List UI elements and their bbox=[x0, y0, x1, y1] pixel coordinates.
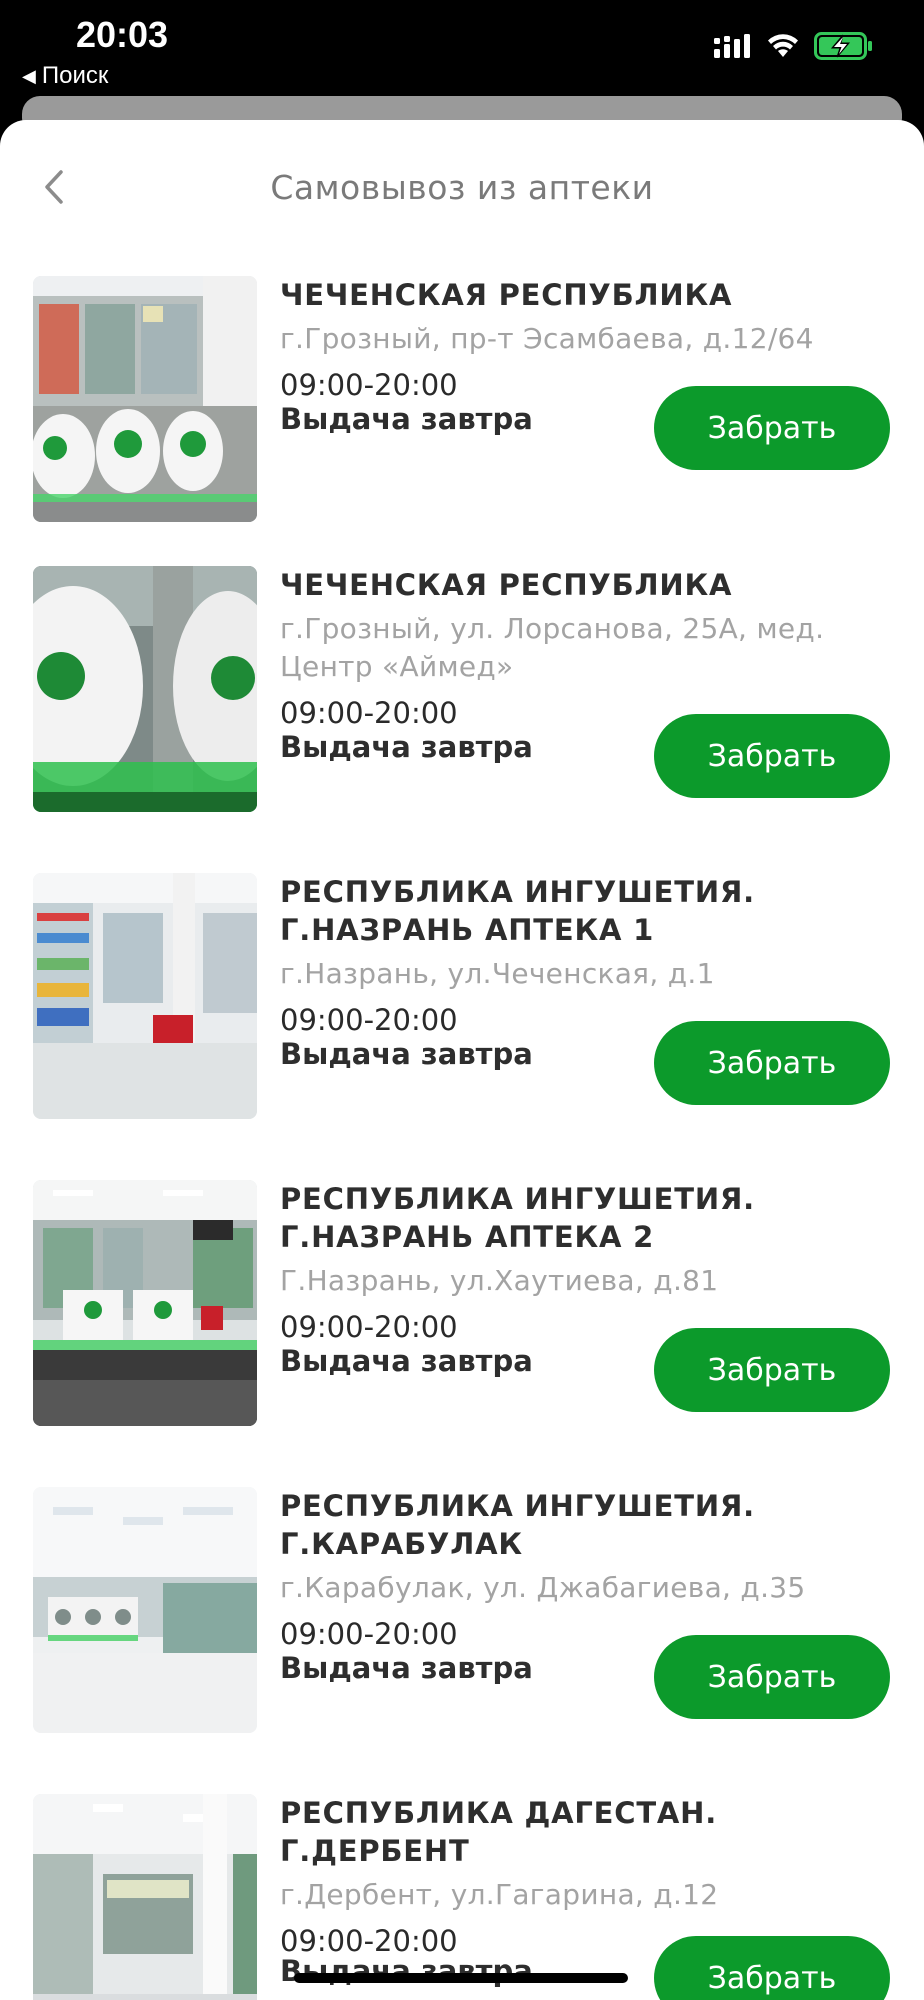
battery-charging-icon bbox=[814, 32, 872, 60]
pharmacy-address: г.Дербент, ул.Гагарина, д.12 bbox=[280, 1878, 719, 1911]
nav-bar: Самовывоз из аптеки bbox=[0, 120, 924, 256]
pharmacy-card: РЕСПУБЛИКА ДАГЕСТАН. Г.ДЕРБЕНТ г.Дербент… bbox=[0, 1794, 924, 2000]
home-indicator[interactable] bbox=[294, 1973, 628, 1983]
pickup-button[interactable]: Забрать bbox=[654, 714, 890, 798]
delivery-status: Выдача завтра bbox=[280, 402, 533, 436]
pharmacy-address: г.Назрань, ул.Чеченская, д.1 bbox=[280, 957, 715, 990]
page-title: Самовывоз из аптеки bbox=[270, 168, 654, 207]
status-icons bbox=[714, 32, 874, 60]
pharmacy-photo bbox=[33, 1180, 257, 1426]
back-to-app-label: Поиск bbox=[41, 62, 109, 89]
pharmacy-card: ЧЕЧЕНСКАЯ РЕСПУБЛИКА г.Грозный, ул. Лорс… bbox=[0, 566, 924, 873]
pharmacy-name: ЧЕЧЕНСКАЯ РЕСПУБЛИКА bbox=[280, 568, 733, 602]
pharmacy-card: РЕСПУБЛИКА ИНГУШЕТИЯ. Г.КАРАБУЛАК г.Кара… bbox=[0, 1487, 924, 1794]
pharmacy-name: РЕСПУБЛИКА ИНГУШЕТИЯ. Г.НАЗРАНЬ АПТЕКА 2 bbox=[280, 1182, 755, 1254]
delivery-status: Выдача завтра bbox=[280, 1344, 533, 1378]
back-to-app-link[interactable]: ◀ Поиск bbox=[22, 62, 108, 90]
pharmacy-address: г.Грозный, пр-т Эсамбаева, д.12/64 bbox=[280, 322, 814, 355]
pharmacy-card: ЧЕЧЕНСКАЯ РЕСПУБЛИКА г.Грозный, пр-т Эса… bbox=[0, 276, 924, 566]
delivery-status: Выдача завтра bbox=[280, 1037, 533, 1071]
pharmacy-photo bbox=[33, 566, 257, 812]
pharmacy-info: РЕСПУБЛИКА ИНГУШЕТИЯ. Г.КАРАБУЛАК г.Кара… bbox=[280, 1487, 894, 1653]
pharmacy-name: РЕСПУБЛИКА ИНГУШЕТИЯ. Г.НАЗРАНЬ АПТЕКА 1 bbox=[280, 875, 755, 947]
wifi-icon bbox=[768, 34, 798, 57]
pharmacy-photo bbox=[33, 276, 257, 522]
pickup-button[interactable]: Забрать bbox=[654, 386, 890, 470]
pharmacy-info: ЧЕЧЕНСКАЯ РЕСПУБЛИКА г.Грозный, пр-т Эса… bbox=[280, 276, 894, 404]
pickup-button[interactable]: Забрать bbox=[654, 1328, 890, 1412]
pharmacy-address: г.Грозный, ул. Лорсанова, 25А, мед. Цент… bbox=[280, 612, 825, 683]
pharmacy-address: Г.Назрань, ул.Хаутиева, д.81 bbox=[280, 1264, 719, 1297]
back-triangle-icon: ◀ bbox=[22, 65, 36, 86]
status-time: 20:03 bbox=[76, 14, 169, 55]
pharmacy-name: РЕСПУБЛИКА ДАГЕСТАН. Г.ДЕРБЕНТ bbox=[280, 1796, 718, 1868]
pharmacy-address: г.Карабулак, ул. Джабагиева, д.35 bbox=[280, 1571, 806, 1604]
pharmacy-card: РЕСПУБЛИКА ИНГУШЕТИЯ. Г.НАЗРАНЬ АПТЕКА 1… bbox=[0, 873, 924, 1180]
pharmacy-photo bbox=[33, 1487, 257, 1733]
pharmacy-info: ЧЕЧЕНСКАЯ РЕСПУБЛИКА г.Грозный, ул. Лорс… bbox=[280, 566, 894, 732]
pickup-button[interactable]: Забрать bbox=[654, 1021, 890, 1105]
pharmacy-photo bbox=[33, 873, 257, 1119]
pharmacy-photo bbox=[33, 1794, 257, 2000]
delivery-status: Выдача завтра bbox=[280, 730, 533, 764]
pickup-button[interactable]: Забрать bbox=[654, 1635, 890, 1719]
pharmacy-info: РЕСПУБЛИКА ИНГУШЕТИЯ. Г.НАЗРАНЬ АПТЕКА 2… bbox=[280, 1180, 894, 1346]
pharmacy-info: РЕСПУБЛИКА ИНГУШЕТИЯ. Г.НАЗРАНЬ АПТЕКА 1… bbox=[280, 873, 894, 1039]
pickup-sheet: Самовывоз из аптеки ЧЕЧЕНСКАЯ РЕСПУБЛИКА… bbox=[0, 120, 924, 2000]
pickup-button[interactable]: Забрать bbox=[654, 1936, 890, 2000]
pharmacy-card: РЕСПУБЛИКА ИНГУШЕТИЯ. Г.НАЗРАНЬ АПТЕКА 2… bbox=[0, 1180, 924, 1487]
pharmacy-name: РЕСПУБЛИКА ИНГУШЕТИЯ. Г.КАРАБУЛАК bbox=[280, 1489, 755, 1561]
cellular-signal-icon bbox=[714, 34, 750, 58]
delivery-status: Выдача завтра bbox=[280, 1651, 533, 1685]
pharmacy-name: ЧЕЧЕНСКАЯ РЕСПУБЛИКА bbox=[280, 278, 733, 312]
